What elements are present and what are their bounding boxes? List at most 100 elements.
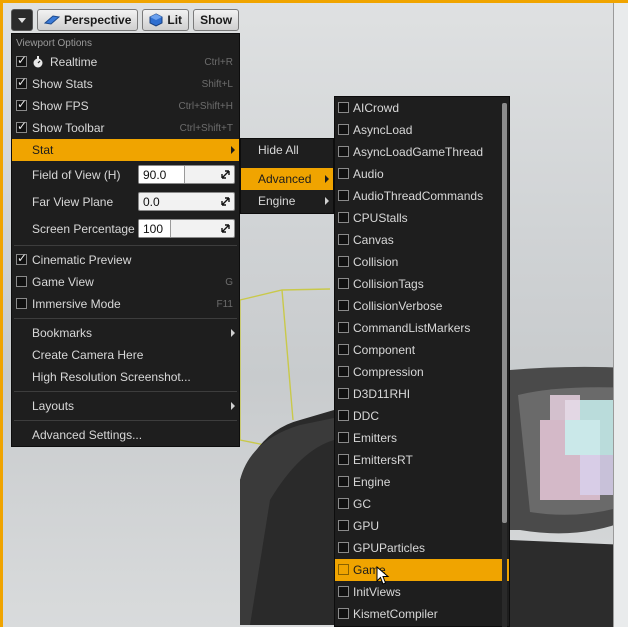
stat-item-label: KismetCompiler [353,607,438,621]
chevron-down-icon [18,17,26,23]
stat-item-component[interactable]: Component [335,339,509,361]
scrollbar-thumb[interactable] [502,103,507,523]
stat-item-kismetcompiler[interactable]: KismetCompiler [335,603,509,625]
stat-checkbox[interactable] [338,322,349,333]
create-camera-label: Create Camera Here [32,348,144,362]
stat-checkbox[interactable] [338,476,349,487]
cinematic-preview-checkbox[interactable] [16,251,27,265]
game-view-checkbox[interactable] [16,276,27,287]
stat-item-collisionverbose[interactable]: CollisionVerbose [335,295,509,317]
stat-checkbox[interactable] [338,542,349,553]
stat-item-initviews[interactable]: InitViews [335,581,509,603]
menu-item-hires-screenshot[interactable]: High Resolution Screenshot... [12,366,239,388]
stat-checkbox[interactable] [338,190,349,201]
stat-item-gpu[interactable]: GPU [335,515,509,537]
stat-checkbox[interactable] [338,498,349,509]
stat-item-audio[interactable]: Audio [335,163,509,185]
fov-row: Field of View (H) 90.0 [12,161,239,188]
stat-checkbox[interactable] [338,124,349,135]
menu-item-show-fps[interactable]: Show FPS Ctrl+Shift+H [12,95,239,117]
lit-button[interactable]: Lit [142,9,190,31]
menu-item-create-camera[interactable]: Create Camera Here [12,344,239,366]
stat-item-emitters[interactable]: Emitters [335,427,509,449]
stat-checkbox[interactable] [338,388,349,399]
stat-checkbox[interactable] [338,146,349,157]
menu-item-show-toolbar[interactable]: Show Toolbar Ctrl+Shift+T [12,117,239,139]
stat-checkbox[interactable] [338,520,349,531]
stat-checkbox[interactable] [338,608,349,619]
stat-item-gc[interactable]: GC [335,493,509,515]
stat-item-label: Collision [353,255,399,269]
spin-arrows-icon[interactable] [219,168,231,181]
fov-spinbox[interactable]: 90.0 [138,165,235,184]
chevron-right-icon [231,329,235,337]
menu-item-hide-all[interactable]: Hide All [241,139,333,161]
show-fps-checkbox[interactable] [16,97,27,111]
screen-pct-label: Screen Percentage [32,221,135,236]
viewport-options-button[interactable] [11,9,33,31]
spin-arrows-icon[interactable] [219,195,231,208]
stat-item-label: Emitters [353,431,398,445]
stat-checkbox[interactable] [338,300,349,311]
menu-separator [12,242,239,249]
far-plane-spinbox[interactable]: 0.0 [138,192,235,211]
scrollbar[interactable] [502,103,507,627]
far-plane-label: Far View Plane [32,194,114,209]
stat-item-canvas[interactable]: Canvas [335,229,509,251]
stat-item-audiothreadcommands[interactable]: AudioThreadCommands [335,185,509,207]
stat-item-label: Engine [353,475,391,489]
stat-checkbox[interactable] [338,586,349,597]
stat-item-compression[interactable]: Compression [335,361,509,383]
stat-item-cpustalls[interactable]: CPUStalls [335,207,509,229]
stat-checkbox[interactable] [338,256,349,267]
chevron-right-icon [325,175,329,183]
stat-item-gpuparticles[interactable]: GPUParticles [335,537,509,559]
screen-pct-spinbox[interactable]: 100 [138,219,235,238]
menu-header: Viewport Options [16,38,92,49]
stat-checkbox[interactable] [338,344,349,355]
stat-item-aicrowd[interactable]: AICrowd [335,97,509,119]
menu-item-cinematic-preview[interactable]: Cinematic Preview [12,249,239,271]
menu-item-advanced-settings[interactable]: Advanced Settings... [12,424,239,446]
stat-item-asyncload[interactable]: AsyncLoad [335,119,509,141]
stat-checkbox[interactable] [338,454,349,465]
menu-item-layouts[interactable]: Layouts [12,395,239,417]
stat-item-collision[interactable]: Collision [335,251,509,273]
menu-item-stat[interactable]: Stat [12,139,239,161]
show-toolbar-checkbox[interactable] [16,119,27,133]
stat-item-ddc[interactable]: DDC [335,405,509,427]
stat-item-emittersrt[interactable]: EmittersRT [335,449,509,471]
layouts-label: Layouts [32,399,75,413]
spin-arrows-icon[interactable] [219,222,231,235]
stat-checkbox[interactable] [338,212,349,223]
menu-item-engine[interactable]: Engine [241,190,333,212]
stat-checkbox[interactable] [338,278,349,289]
show-stats-checkbox[interactable] [16,75,27,89]
stat-item-engine[interactable]: Engine [335,471,509,493]
stat-item-asyncloadgamethread[interactable]: AsyncLoadGameThread [335,141,509,163]
stat-checkbox[interactable] [338,366,349,377]
perspective-button[interactable]: Perspective [37,9,139,31]
stat-item-label: AsyncLoadGameThread [353,145,484,159]
perspective-icon [44,15,60,25]
stat-item-collisiontags[interactable]: CollisionTags [335,273,509,295]
stat-checkbox[interactable] [338,234,349,245]
realtime-checkbox[interactable] [16,53,27,67]
show-button[interactable]: Show [193,9,240,31]
menu-item-game-view[interactable]: Game View G [12,271,239,293]
menu-item-show-stats[interactable]: Show Stats Shift+L [12,73,239,95]
stat-item-d3d11rhi[interactable]: D3D11RHI [335,383,509,405]
stat-checkbox[interactable] [338,432,349,443]
menu-item-advanced[interactable]: Advanced [241,168,333,190]
stat-checkbox[interactable] [338,102,349,113]
stat-checkbox[interactable] [338,410,349,421]
menu-item-realtime[interactable]: Realtime Ctrl+R [12,51,239,73]
menu-item-immersive-mode[interactable]: Immersive Mode F11 [12,293,239,315]
advanced-submenu: AICrowd AsyncLoad AsyncLoadGameThread Audio… [334,96,510,627]
menu-item-bookmarks[interactable]: Bookmarks [12,322,239,344]
stat-checkbox[interactable] [338,564,349,575]
stat-item-commandlistmarkers[interactable]: CommandListMarkers [335,317,509,339]
immersive-mode-checkbox[interactable] [16,298,27,309]
stat-item-game[interactable]: Game [335,559,509,581]
stat-checkbox[interactable] [338,168,349,179]
